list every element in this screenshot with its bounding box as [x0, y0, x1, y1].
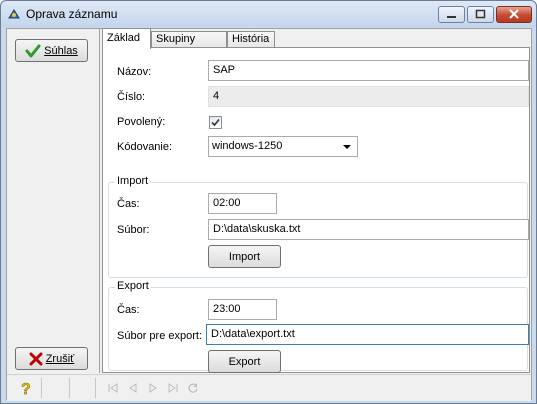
maximize-button[interactable]	[467, 6, 494, 23]
export-group-title: Export	[115, 280, 151, 292]
left-panel: Súhlas Zrušiť	[7, 29, 100, 373]
status-divider	[41, 378, 42, 398]
export-button[interactable]: Export	[208, 350, 281, 373]
confirm-button[interactable]: Súhlas	[15, 39, 88, 62]
encoding-select[interactable]: windows-1250	[208, 136, 358, 157]
import-button[interactable]: Import	[208, 245, 281, 268]
export-file-label: Súbor pre export:	[117, 330, 202, 342]
name-label: Názov:	[117, 66, 152, 78]
export-time-field[interactable]: 23:00	[208, 299, 277, 320]
last-record-icon[interactable]	[167, 382, 179, 394]
status-bar: ?	[7, 374, 531, 401]
svg-text:?: ?	[21, 381, 31, 397]
dialog-body: Súhlas Zrušiť Základ Skupiny hostí Histó…	[6, 28, 532, 401]
confirm-label: Súhlas	[44, 44, 78, 57]
title-bar[interactable]: Oprava záznamu	[1, 1, 536, 27]
tab-history[interactable]: História	[227, 31, 275, 48]
tab-panel-basic: Názov: SAP Číslo: 4 Povolený: Kódovanie:…	[102, 47, 530, 373]
export-file-field[interactable]: D:\data\export.txt	[206, 324, 529, 345]
minimize-button[interactable]	[438, 6, 465, 23]
encoding-value: windows-1250	[212, 140, 283, 152]
import-file-label: Súbor:	[117, 224, 150, 236]
cancel-label: Zrušiť	[45, 352, 75, 365]
minimize-icon	[447, 16, 456, 18]
tab-guest-groups[interactable]: Skupiny hostí	[151, 31, 227, 60]
number-label: Číslo:	[117, 91, 146, 103]
close-icon	[509, 9, 519, 19]
next-record-icon[interactable]	[147, 382, 159, 394]
enabled-label: Povolený:	[117, 116, 166, 128]
import-group-title: Import	[115, 175, 151, 187]
dialog-window: Oprava záznamu Súhlas Zrušiť Základ Skup…	[0, 0, 537, 404]
enabled-checkbox[interactable]	[209, 116, 222, 129]
status-divider	[69, 378, 70, 398]
close-button[interactable]	[496, 6, 532, 23]
checkmark-icon	[25, 44, 41, 58]
cross-icon	[29, 352, 43, 366]
help-icon[interactable]: ?	[19, 379, 33, 400]
name-field[interactable]: SAP	[208, 60, 529, 81]
check-mark-icon	[211, 118, 220, 127]
status-divider	[95, 378, 96, 398]
encoding-label: Kódovanie:	[117, 141, 173, 153]
export-time-label: Čas:	[117, 304, 140, 316]
import-time-field[interactable]: 02:00	[208, 193, 277, 214]
refresh-icon[interactable]	[187, 382, 199, 394]
first-record-icon[interactable]	[107, 382, 119, 394]
app-icon	[7, 7, 21, 21]
tab-basic[interactable]: Základ	[102, 28, 151, 49]
number-field: 4	[208, 86, 529, 107]
window-title: Oprava záznamu	[26, 7, 118, 21]
import-file-field[interactable]: D:\data\skuska.txt	[208, 219, 529, 240]
previous-record-icon[interactable]	[127, 382, 139, 394]
chevron-down-icon	[343, 145, 351, 149]
maximize-icon	[475, 9, 486, 19]
import-time-label: Čas:	[117, 198, 140, 210]
cancel-button[interactable]: Zrušiť	[15, 347, 88, 370]
